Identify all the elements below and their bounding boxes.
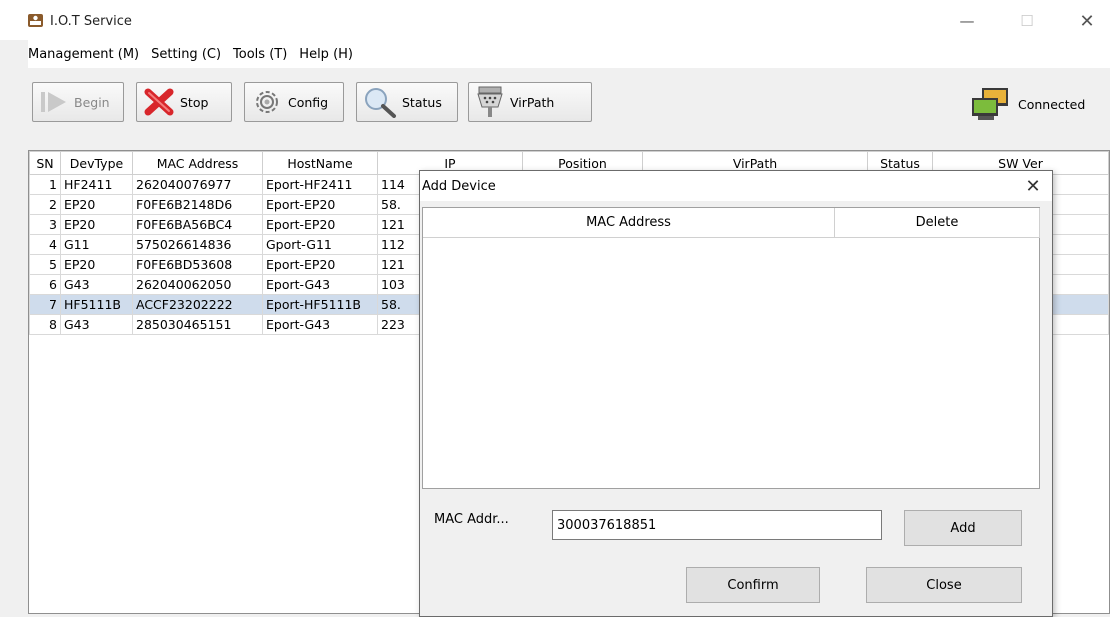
connection-status: Connected — [968, 86, 1085, 122]
cell-sn: 2 — [29, 194, 61, 215]
status-label: Status — [402, 94, 442, 110]
cell-devtype: G11 — [60, 234, 133, 255]
cell-devtype: EP20 — [60, 254, 133, 275]
cell-sn: 8 — [29, 314, 61, 335]
cell-sn: 6 — [29, 274, 61, 295]
menu-help[interactable]: Help (H) — [293, 47, 359, 62]
menu-bar: Management (M) Setting (C) Tools (T) Hel… — [28, 40, 1110, 68]
cell-sn: 1 — [29, 174, 61, 195]
cell-devtype: HF5111B — [60, 294, 133, 315]
toolbar: Begin Stop Config Status VirPath Connect… — [28, 76, 1110, 146]
close-button[interactable]: Close — [866, 567, 1022, 603]
cell-mac: F0FE6BD53608 — [132, 254, 263, 275]
menu-setting[interactable]: Setting (C) — [145, 47, 227, 62]
cell-hostname: Gport-G11 — [262, 234, 378, 255]
stop-label: Stop — [180, 94, 209, 110]
mac-address-label: MAC Addr... — [434, 512, 509, 527]
minimize-button[interactable]: — — [952, 10, 982, 32]
cell-mac: 262040062050 — [132, 274, 263, 295]
cell-sn: 3 — [29, 214, 61, 235]
serial-port-icon — [477, 86, 503, 117]
menu-management[interactable]: Management (M) — [28, 47, 145, 62]
connection-label: Connected — [1018, 96, 1086, 112]
cell-hostname: Eport-EP20 — [262, 254, 378, 275]
app-icon — [28, 14, 43, 27]
cell-hostname: Eport-HF5111B — [262, 294, 378, 315]
dialog-title: Add Device — [422, 179, 496, 194]
confirm-button[interactable]: Confirm — [686, 567, 820, 603]
cell-mac: ACCF23202222 — [132, 294, 263, 315]
column-header-sn[interactable]: SN — [29, 151, 61, 175]
list-header-mac[interactable]: MAC Address — [423, 208, 835, 238]
cell-devtype: G43 — [60, 274, 133, 295]
cell-hostname: Eport-G43 — [262, 274, 378, 295]
add-button[interactable]: Add — [904, 510, 1022, 546]
cell-mac: F0FE6B2148D6 — [132, 194, 263, 215]
menu-tools[interactable]: Tools (T) — [227, 47, 293, 62]
title-bar: I.O.T Service — ☐ ✕ — [0, 0, 1110, 40]
cell-devtype: G43 — [60, 314, 133, 335]
red-x-icon — [144, 88, 174, 116]
cell-hostname: Eport-HF2411 — [262, 174, 378, 195]
begin-label: Begin — [74, 94, 110, 110]
virpath-button[interactable]: VirPath — [468, 82, 592, 122]
config-button[interactable]: Config — [244, 82, 344, 122]
column-header-mac[interactable]: MAC Address — [132, 151, 263, 175]
column-header-hostname[interactable]: HostName — [262, 151, 378, 175]
close-window-button[interactable]: ✕ — [1072, 10, 1102, 32]
list-header-delete[interactable]: Delete — [835, 208, 1040, 238]
mac-list[interactable]: MAC Address Delete — [422, 207, 1040, 489]
cell-hostname: Eport-EP20 — [262, 194, 378, 215]
cell-mac: F0FE6BA56BC4 — [132, 214, 263, 235]
cell-mac: 262040076977 — [132, 174, 263, 195]
begin-button[interactable]: Begin — [32, 82, 124, 122]
play-icon — [41, 92, 66, 112]
dialog-title-bar: Add Device ✕ — [420, 171, 1052, 201]
status-button[interactable]: Status — [356, 82, 458, 122]
stop-button[interactable]: Stop — [136, 82, 232, 122]
cell-hostname: Eport-EP20 — [262, 214, 378, 235]
magnifier-icon — [365, 88, 396, 118]
maximize-button[interactable]: ☐ — [1012, 10, 1042, 32]
cell-hostname: Eport-G43 — [262, 314, 378, 335]
dialog-close-icon[interactable]: ✕ — [1018, 174, 1048, 198]
cell-mac: 575026614836 — [132, 234, 263, 255]
window-title: I.O.T Service — [50, 14, 132, 29]
cell-sn: 5 — [29, 254, 61, 275]
cell-devtype: HF2411 — [60, 174, 133, 195]
column-header-devtype[interactable]: DevType — [60, 151, 133, 175]
gear-icon — [256, 91, 278, 113]
virpath-label: VirPath — [510, 94, 555, 110]
cell-mac: 285030465151 — [132, 314, 263, 335]
cell-sn: 4 — [29, 234, 61, 255]
config-label: Config — [288, 94, 329, 110]
cell-devtype: EP20 — [60, 194, 133, 215]
mac-address-input[interactable] — [552, 510, 882, 540]
add-device-dialog: Add Device ✕ MAC Address Delete MAC Addr… — [419, 170, 1053, 617]
cell-devtype: EP20 — [60, 214, 133, 235]
network-computers-icon — [972, 88, 1008, 120]
cell-sn: 7 — [29, 294, 61, 315]
